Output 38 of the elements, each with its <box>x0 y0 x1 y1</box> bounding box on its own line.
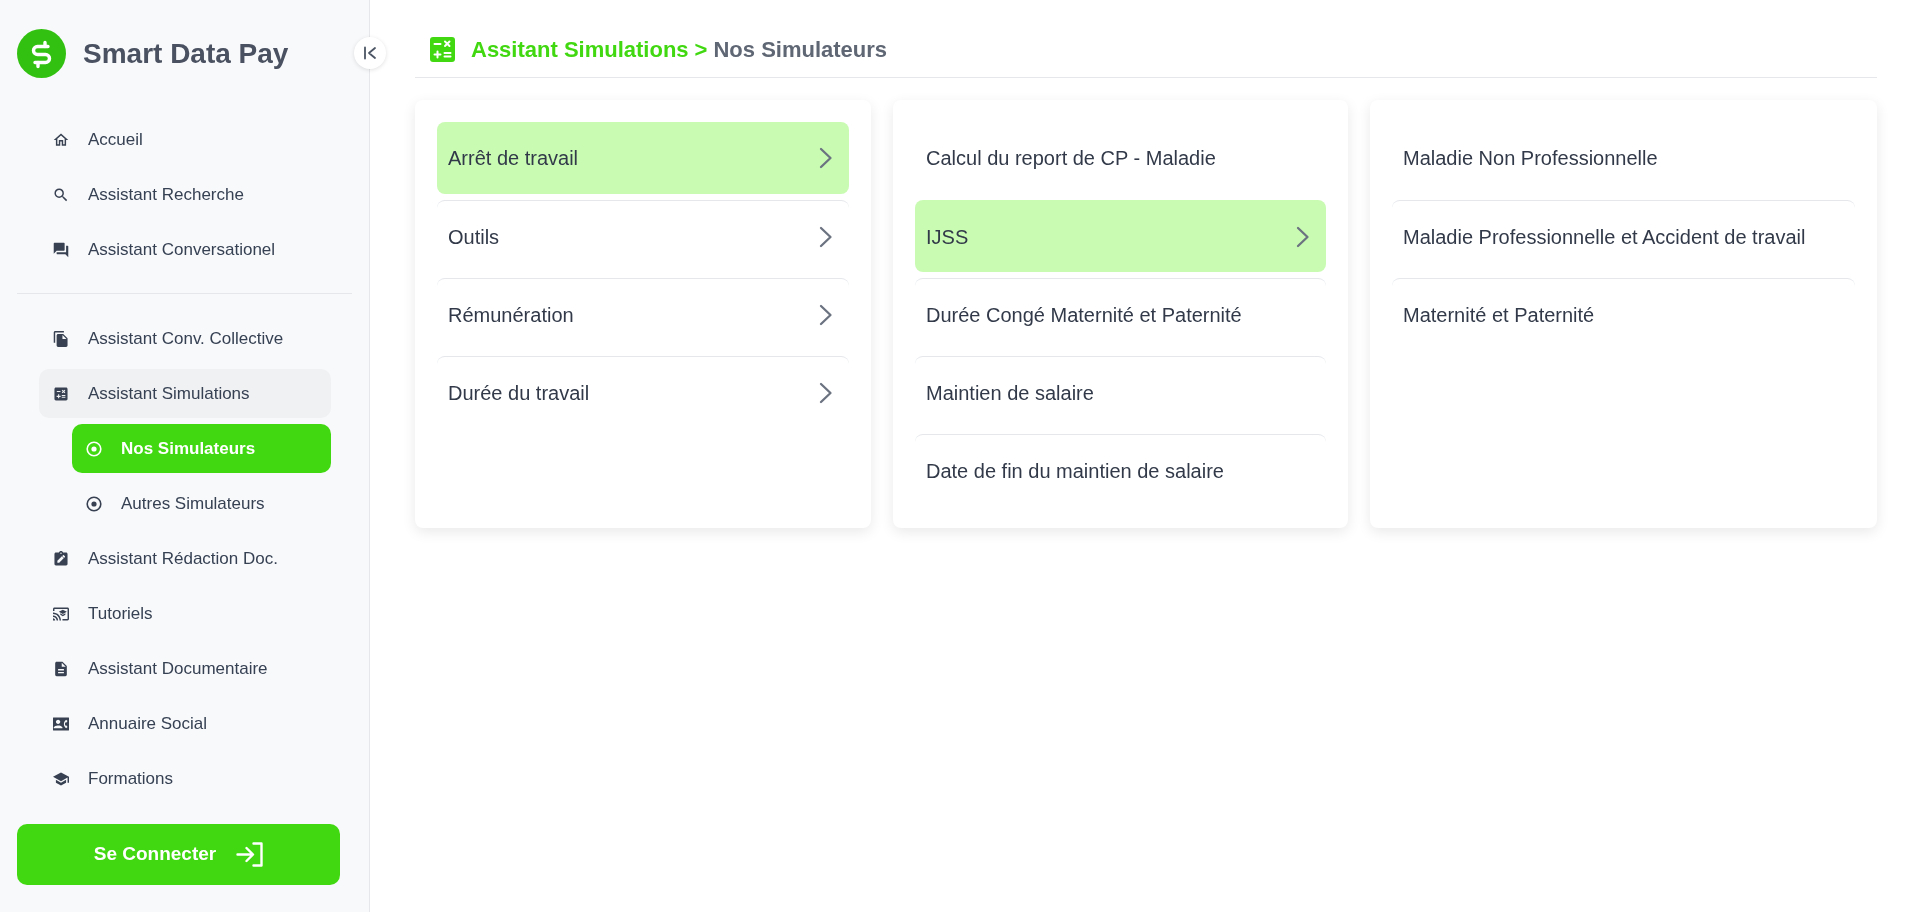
radio-dot-icon <box>86 440 102 457</box>
document-icon <box>53 660 69 677</box>
sidebar-item[interactable]: Assistant Conversationel <box>39 225 331 274</box>
chevron-right-icon <box>819 381 833 404</box>
chevron-right-icon <box>819 147 833 169</box>
sidebar-item[interactable]: Formations <box>39 754 331 803</box>
search-icon <box>53 186 69 203</box>
sidebar-item[interactable]: Tutoriels <box>39 589 331 638</box>
sidebar-item[interactable]: Assistant Simulations <box>39 369 331 418</box>
sidebar-item[interactable]: Accueil <box>39 115 331 164</box>
clipboard-pencil-icon <box>53 550 69 567</box>
menu-item[interactable]: Arrêt de travail <box>437 122 849 194</box>
sidebar-item[interactable]: Assistant Documentaire <box>39 644 331 693</box>
calculator-icon <box>430 37 455 62</box>
sidebar-item[interactable]: Assistant Rédaction Doc. <box>39 534 331 583</box>
calculator-icon <box>53 385 69 402</box>
chat-bubbles-icon <box>53 241 69 258</box>
chevron-right-icon <box>819 225 833 248</box>
collapse-sidebar-button[interactable] <box>354 37 386 69</box>
contact-card-icon <box>53 715 69 732</box>
home-icon <box>53 131 69 148</box>
sidebar-subitem[interactable]: Autres Simulateurs <box>72 479 331 528</box>
bar-chevron-left-icon <box>363 46 377 60</box>
screen-cast-icon <box>53 605 69 622</box>
chevron-right-icon <box>819 303 833 326</box>
logo-icon <box>17 29 66 78</box>
radio-dot-icon <box>86 495 102 512</box>
breadcrumb-separator: > <box>694 38 708 61</box>
sidebar-item[interactable]: Assistant Recherche <box>39 170 331 219</box>
arrow-into-bracket-icon <box>236 842 264 867</box>
documents-icon <box>53 330 69 347</box>
breadcrumb-current: Nos Simulateurs <box>713 38 888 61</box>
chevron-right-icon <box>1296 225 1310 248</box>
sidebar-item[interactable]: Annuaire Social <box>39 699 331 748</box>
sidebar-item[interactable]: Assistant Conv. Collective <box>39 314 331 363</box>
graduation-cap-icon <box>53 770 69 787</box>
menu-item[interactable]: IJSS <box>915 200 1326 272</box>
brand-name: Smart Data Pay <box>83 39 289 68</box>
